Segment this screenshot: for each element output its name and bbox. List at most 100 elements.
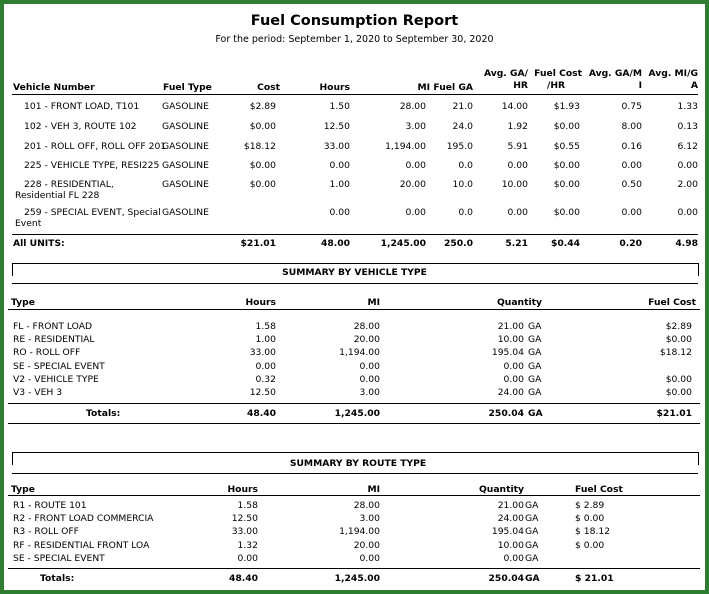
vt-hours: 33.00	[249, 347, 276, 359]
fuel-cost-hr: $0.00	[553, 160, 580, 171]
rt-summary-title: SUMMARY BY ROUTE TYPE	[289, 458, 427, 469]
total-fuel-ga: 250.0	[443, 238, 473, 249]
total-fuel-cost-hr: $0.44	[550, 238, 580, 249]
rt-unit: GA	[525, 513, 539, 525]
vt-mi: 0.00	[359, 373, 380, 385]
rt-total-unit: GA	[525, 573, 540, 584]
col-avg-ga-hr-line1: Avg. GA/	[483, 68, 528, 79]
col-hours: Hours	[319, 82, 350, 93]
fuel-ga: 195.0	[446, 141, 473, 152]
hours: 1.00	[329, 179, 350, 190]
fuel-cost-hr: $0.00	[553, 207, 580, 218]
vt-col-type: Type	[11, 297, 35, 308]
avg-ga-hr: 0.00	[507, 207, 528, 218]
rt-type: R1 - ROUTE 101	[13, 500, 87, 511]
vt-total-label: Totals:	[86, 408, 121, 419]
avg-ga-mi: 0.00	[621, 160, 642, 171]
rt-quantity: 195.04	[491, 526, 524, 538]
vt-type: V2 - VEHICLE TYPE	[13, 373, 99, 385]
vt-total-quantity: 250.04	[488, 408, 524, 419]
fuel-cost-hr: $0.55	[553, 141, 580, 152]
avg-mi-ga: 1.33	[677, 101, 698, 112]
cost: $0.00	[249, 179, 276, 190]
vt-title-underline	[12, 283, 698, 284]
rt-fuel-cost: $ 2.89	[575, 500, 605, 511]
vt-mi: 20.00	[353, 334, 380, 346]
vt-col-fuel-cost: Fuel Cost	[648, 297, 696, 308]
rt-total-fuel-cost: $ 21.01	[575, 573, 614, 584]
hours: 1.50	[329, 101, 350, 112]
vt-col-hours: Hours	[245, 297, 276, 308]
vt-quantity: 24.00	[497, 387, 524, 398]
rt-mi: 28.00	[353, 500, 380, 511]
vehicle-number-line2: Residential FL 228	[15, 190, 100, 201]
rt-total-label: Totals:	[40, 573, 75, 584]
vt-total-mi: 1,245.00	[334, 408, 380, 419]
rt-hours: 1.32	[237, 539, 258, 551]
header-underline	[12, 94, 698, 95]
fuel-type: GASOLINE	[162, 207, 209, 218]
fuel-type: GASOLINE	[162, 179, 209, 190]
col-avg-ga-mi-line1: Avg. GA/M	[588, 68, 642, 79]
hours: 0.00	[329, 160, 350, 171]
vt-header-underline	[8, 309, 700, 310]
avg-ga-mi: 8.00	[621, 121, 642, 132]
rt-type: RF - RESIDENTIAL FRONT LOA	[13, 539, 150, 551]
vt-mi: 0.00	[359, 360, 380, 372]
mi: 20.00	[399, 179, 426, 190]
rt-col-mi: MI	[367, 484, 380, 495]
rt-hours: 33.00	[231, 526, 258, 538]
vt-total-fuel-cost: $21.01	[656, 408, 692, 419]
col-cost: Cost	[257, 82, 280, 93]
mi: 28.00	[399, 101, 426, 112]
avg-mi-ga: 6.12	[677, 141, 698, 152]
rt-mi: 20.00	[353, 539, 380, 551]
cost: $0.00	[249, 121, 276, 132]
total-mi: 1,245.00	[380, 238, 426, 249]
vt-hours: 1.58	[255, 321, 276, 332]
vt-mi: 3.00	[359, 387, 380, 398]
col-avg-ga-hr-line2: HR	[513, 80, 528, 91]
col-avg-mi-ga-line2: A	[690, 80, 698, 91]
hours: 33.00	[323, 141, 350, 152]
rt-fuel-cost: $ 18.12	[575, 526, 611, 538]
avg-ga-mi: 0.00	[621, 207, 642, 218]
vt-col-quantity: Quantity	[496, 297, 542, 308]
vt-unit: GA	[528, 321, 542, 332]
rt-hours: 12.50	[231, 513, 258, 525]
avg-ga-hr: 5.91	[507, 141, 528, 152]
avg-ga-mi: 0.75	[621, 101, 642, 112]
vt-type: RO - ROLL OFF	[13, 347, 81, 359]
vt-mi: 1,194.00	[339, 347, 380, 359]
rt-unit: GA	[525, 539, 539, 551]
rt-header-underline	[8, 495, 700, 496]
vt-fuel-cost: $0.00	[665, 373, 692, 385]
rt-unit: GA	[525, 500, 539, 511]
vt-col-mi: MI	[367, 297, 380, 308]
fuel-type: GASOLINE	[162, 121, 209, 132]
vt-total-hours: 48.40	[246, 408, 276, 419]
rt-col-quantity: Quantity	[478, 484, 524, 495]
hours: 12.50	[323, 121, 350, 132]
total-avg-ga-mi: 0.20	[619, 238, 642, 249]
vt-type: RE - RESIDENTIAL	[13, 334, 95, 346]
rt-fuel-cost: $ 0.00	[575, 513, 605, 525]
vehicle-number: 225 - VEHICLE TYPE, RESI225	[24, 160, 160, 171]
col-fuel-type: Fuel Type	[163, 82, 212, 93]
rt-quantity: 10.00	[497, 539, 524, 551]
rt-total-overline	[8, 568, 700, 569]
mi: 1,194.00	[385, 141, 426, 152]
vt-quantity: 0.00	[503, 373, 524, 385]
total-label: All UNITS:	[13, 238, 65, 249]
mi: 0.00	[405, 160, 426, 171]
rt-total-quantity: 250.04	[488, 573, 524, 584]
vt-unit: GA	[528, 360, 542, 372]
vehicle-number-line2: Event	[15, 218, 42, 229]
report-period: For the period: September 1, 2020 to Sep…	[215, 34, 494, 45]
avg-mi-ga: 0.00	[677, 207, 698, 218]
rt-box-top	[12, 452, 698, 453]
col-avg-mi-ga-line1: Avg. MI/G	[648, 68, 699, 79]
cost: $2.89	[249, 101, 276, 112]
vt-total-overline	[8, 403, 700, 404]
fuel-type: GASOLINE	[162, 141, 209, 152]
